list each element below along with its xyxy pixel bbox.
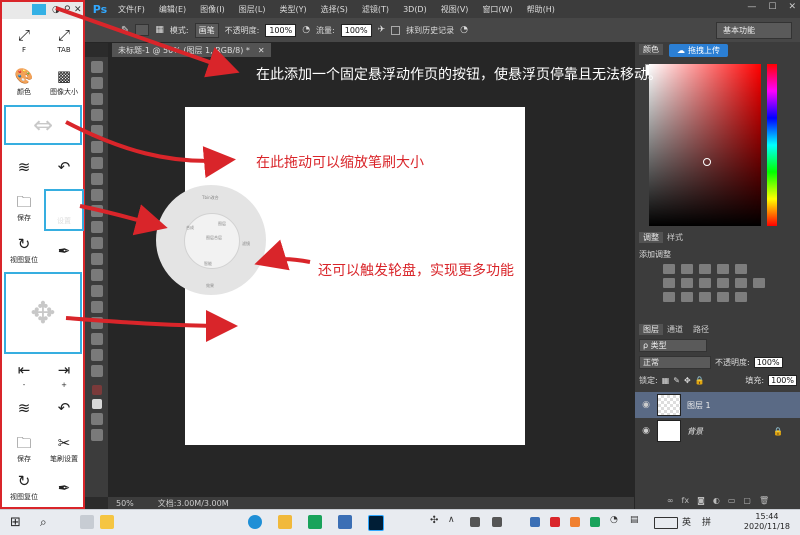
clock-date: 2020/11/18 — [743, 522, 790, 531]
tray-icon[interactable] — [570, 517, 580, 527]
tray-icon[interactable] — [470, 517, 480, 527]
search-icon[interactable]: ⌕ — [40, 515, 54, 529]
keyboard-icon[interactable] — [654, 517, 678, 529]
folder-icon[interactable] — [278, 515, 292, 529]
annotation-brush-size: 在此拖动可以缩放笔刷大小 — [256, 155, 424, 171]
volume-icon[interactable]: ◔ — [610, 515, 620, 529]
annotation-dock: 在此添加一个固定悬浮动作页的按钮，使悬浮页停靠且无法移动。 — [256, 67, 662, 83]
ime-mode[interactable]: 英 — [682, 515, 696, 529]
network-icon[interactable]: ▤ — [630, 515, 640, 529]
tray-arrow-icon[interactable]: ∧ — [448, 515, 458, 529]
app-icon[interactable] — [308, 515, 322, 529]
annotation-canvas-pan: 用手指在此拖动，可以移动画布 — [240, 323, 436, 339]
arrow-wheel-right — [254, 239, 311, 271]
taskbar: ⊞ ⌕ ✣ ∧ ◔ ▤ 英 拼 15:44 2020/11/18 — [0, 509, 800, 535]
ime-pinyin[interactable]: 拼 — [702, 515, 716, 529]
file-explorer-icon[interactable] — [100, 515, 114, 529]
tray-icon[interactable] — [590, 517, 600, 527]
annotation-wheel: 还可以触发轮盘，实现更多功能 — [318, 263, 514, 279]
arrow-brush-size — [65, 120, 236, 178]
photoshop-taskbar-icon[interactable] — [368, 515, 384, 531]
arrow-wheel-left — [79, 204, 168, 236]
clock-time: 15:44 — [755, 512, 779, 521]
arrow-canvas-pan — [65, 309, 238, 342]
edge-icon[interactable] — [248, 515, 262, 529]
task-view-icon[interactable] — [80, 515, 94, 529]
tray-icon[interactable] — [530, 517, 540, 527]
app-icon[interactable] — [338, 515, 352, 529]
system-clock[interactable]: 15:44 2020/11/18 — [744, 512, 790, 532]
tray-icon[interactable]: ✣ — [430, 515, 440, 529]
tray-icon[interactable] — [550, 517, 560, 527]
arrow-dock-button — [55, 6, 240, 78]
windows-start-icon[interactable]: ⊞ — [10, 515, 24, 530]
tray-icon[interactable] — [492, 517, 502, 527]
